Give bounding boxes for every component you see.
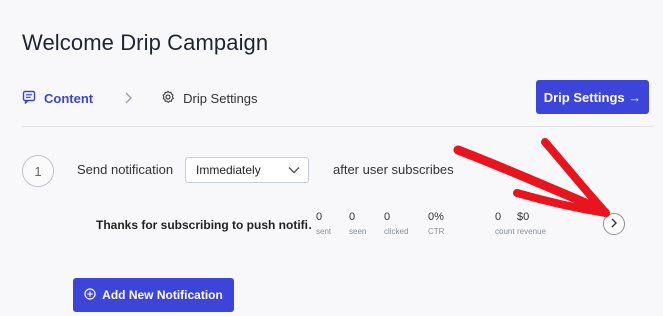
stat-sent-label: sent	[316, 227, 332, 236]
stat-clicked: 0 clicked	[384, 211, 408, 236]
stat-seen-value: 0	[349, 211, 356, 223]
tab-content[interactable]: Content	[22, 90, 93, 107]
stat-revenue-label: revenue	[517, 227, 546, 236]
plus-circle-icon	[84, 287, 96, 303]
stat-count: 0 count	[495, 211, 515, 236]
stat-ctr-value: 0%	[428, 211, 444, 223]
stat-ctr: 0% CTR	[428, 211, 444, 236]
open-notification-button[interactable]	[603, 213, 625, 235]
after-subscribe-label: after user subscribes	[333, 162, 454, 177]
chevron-down-icon	[288, 163, 300, 177]
stat-sent: 0 sent	[316, 211, 331, 236]
message-icon	[22, 90, 36, 107]
stat-count-label: count	[495, 227, 515, 236]
add-new-notification-label: Add New Notification	[102, 288, 223, 302]
timing-select[interactable]: Immediately	[185, 157, 309, 183]
drip-campaign-panel: Welcome Drip Campaign Content Drip Setti…	[0, 0, 663, 316]
drip-settings-button[interactable]: Drip Settings →	[536, 80, 649, 114]
stat-clicked-label: clicked	[384, 227, 409, 236]
add-new-notification-button[interactable]: Add New Notification	[73, 278, 234, 312]
timing-select-value: Immediately	[196, 163, 261, 177]
page-title: Welcome Drip Campaign	[22, 30, 269, 55]
stat-seen: 0 seen	[349, 211, 366, 236]
stat-count-value: 0	[495, 211, 502, 223]
stat-clicked-value: 0	[384, 211, 391, 223]
tab-drip-settings[interactable]: Drip Settings	[161, 89, 258, 107]
step-tabs: Content Drip Settings	[22, 88, 258, 108]
chevron-right-icon	[610, 215, 618, 233]
chevron-right-icon	[123, 92, 133, 104]
stat-seen-label: seen	[349, 227, 367, 236]
stat-ctr-label: CTR	[428, 227, 445, 236]
tab-drip-settings-label: Drip Settings	[183, 90, 258, 106]
notification-title[interactable]: Thanks for subscribing to push notifi…	[96, 218, 311, 232]
stat-revenue-value: $0	[517, 211, 530, 223]
divider	[22, 126, 653, 127]
gear-icon	[161, 89, 175, 107]
send-notification-label: Send notification	[77, 162, 174, 177]
step-number: 1	[22, 155, 54, 187]
stat-revenue: $0 revenue	[517, 211, 546, 236]
tab-content-label: Content	[44, 90, 94, 106]
stat-sent-value: 0	[316, 211, 323, 223]
